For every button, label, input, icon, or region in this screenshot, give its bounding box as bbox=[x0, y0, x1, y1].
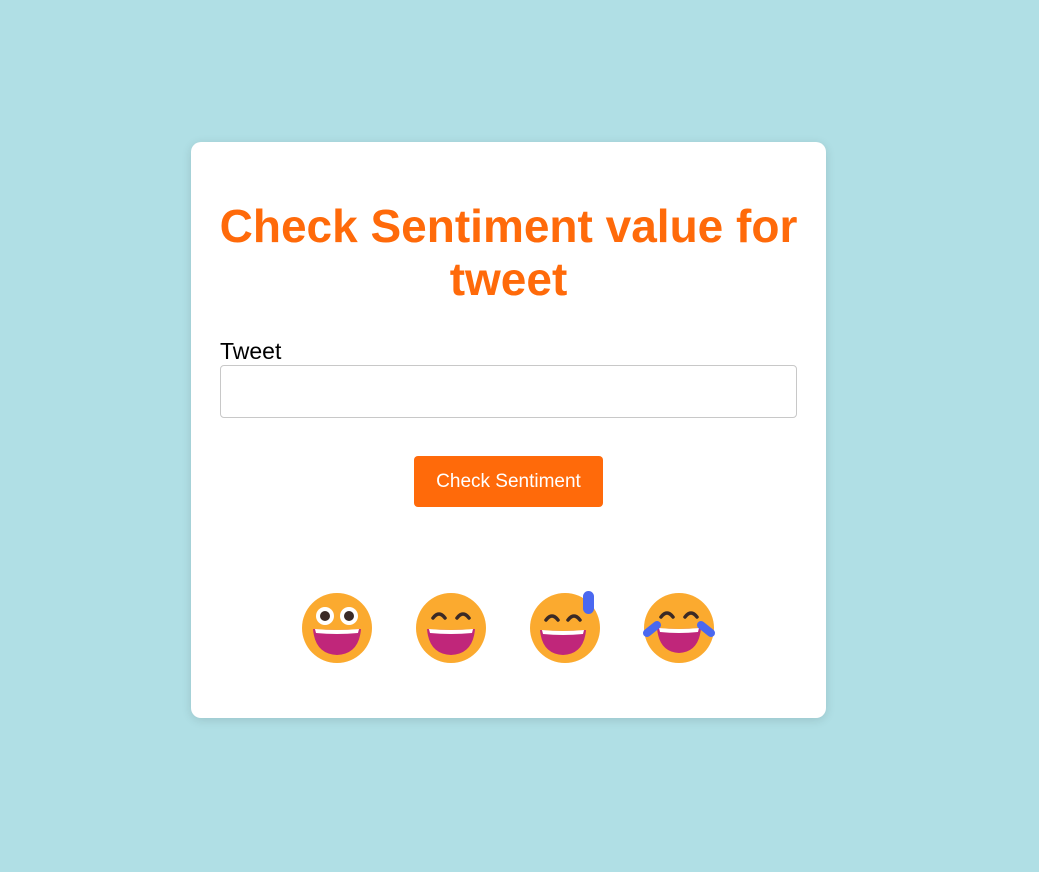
check-sentiment-button[interactable]: Check Sentiment bbox=[414, 456, 603, 507]
grinning-face-smiling-eyes-icon bbox=[416, 593, 486, 663]
page-title: Check Sentiment value for tweet bbox=[219, 200, 798, 305]
tweet-input[interactable] bbox=[220, 365, 797, 418]
grinning-face-sweat-icon bbox=[530, 591, 600, 663]
sentiment-card: Check Sentiment value for tweet Tweet Ch… bbox=[191, 142, 826, 718]
tweet-label: Tweet bbox=[220, 338, 282, 364]
grinning-face-big-eyes-icon bbox=[302, 593, 372, 663]
face-tears-of-joy-icon bbox=[643, 593, 715, 663]
emoji-row bbox=[191, 588, 826, 668]
